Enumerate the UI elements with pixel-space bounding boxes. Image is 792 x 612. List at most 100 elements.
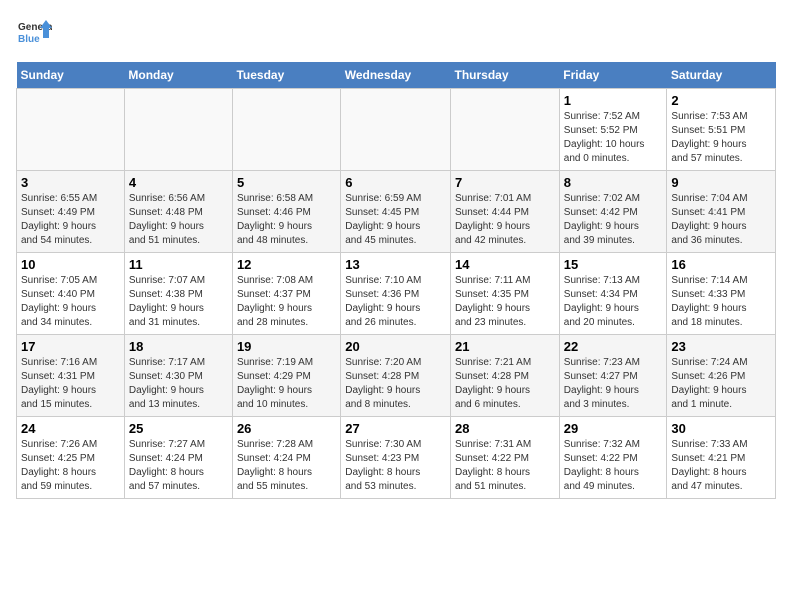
day-info: Sunrise: 7:32 AM Sunset: 4:22 PM Dayligh…	[564, 438, 663, 494]
calendar-week-row: 24Sunrise: 7:26 AM Sunset: 4:25 PM Dayli…	[17, 417, 776, 499]
calendar-cell: 5 Sunrise: 6:58 AM Sunset: 4:46 PM Daylig…	[232, 171, 340, 253]
day-number: 2	[671, 93, 771, 108]
day-info: Sunrise: 7:19 AM Sunset: 4:29 PM Dayligh…	[237, 356, 336, 412]
calendar-cell: 4 Sunrise: 6:56 AM Sunset: 4:48 PM Daylig…	[124, 171, 232, 253]
day-number: 1	[564, 93, 663, 108]
day-number: 25	[129, 421, 228, 436]
day-info: Sunrise: 7:08 AM Sunset: 4:37 PM Dayligh…	[237, 274, 336, 330]
day-info: Sunrise: 7:04 AM Sunset: 4:41 PM Dayligh…	[671, 192, 771, 248]
calendar-week-row: 10 Sunrise: 7:05 AM Sunset: 4:40 PM Dayli…	[17, 253, 776, 335]
calendar-cell: 28 Sunrise: 7:31 AM Sunset: 4:22 PM Dayli…	[451, 417, 560, 499]
day-number: 4	[129, 175, 228, 190]
calendar-cell: 27 Sunrise: 7:30 AM Sunset: 4:23 PM Dayli…	[341, 417, 451, 499]
weekday-header: Saturday	[667, 62, 776, 89]
day-number: 24	[21, 421, 120, 436]
weekday-header: Monday	[124, 62, 232, 89]
weekday-header: Tuesday	[232, 62, 340, 89]
calendar-cell: 9 Sunrise: 7:04 AM Sunset: 4:41 PM Daylig…	[667, 171, 776, 253]
calendar-cell: 18 Sunrise: 7:17 AM Sunset: 4:30 PM Dayli…	[124, 335, 232, 417]
day-number: 10	[21, 257, 120, 272]
calendar-cell: 23 Sunrise: 7:24 AM Sunset: 4:26 PM Dayli…	[667, 335, 776, 417]
calendar-cell: 13Sunrise: 7:10 AM Sunset: 4:36 PM Dayli…	[341, 253, 451, 335]
day-number: 23	[671, 339, 771, 354]
calendar-cell	[124, 89, 232, 171]
logo-svg: General Blue	[16, 16, 52, 52]
day-number: 3	[21, 175, 120, 190]
day-info: Sunrise: 7:33 AM Sunset: 4:21 PM Dayligh…	[671, 438, 771, 494]
day-info: Sunrise: 7:05 AM Sunset: 4:40 PM Dayligh…	[21, 274, 120, 330]
calendar-cell: 29Sunrise: 7:32 AM Sunset: 4:22 PM Dayli…	[559, 417, 667, 499]
calendar-cell: 8 Sunrise: 7:02 AM Sunset: 4:42 PM Daylig…	[559, 171, 667, 253]
day-info: Sunrise: 7:52 AM Sunset: 5:52 PM Dayligh…	[564, 110, 663, 166]
weekday-header: Thursday	[451, 62, 560, 89]
day-info: Sunrise: 7:31 AM Sunset: 4:22 PM Dayligh…	[455, 438, 555, 494]
weekday-header: Wednesday	[341, 62, 451, 89]
day-number: 18	[129, 339, 228, 354]
day-info: Sunrise: 7:23 AM Sunset: 4:27 PM Dayligh…	[564, 356, 663, 412]
calendar-cell: 24Sunrise: 7:26 AM Sunset: 4:25 PM Dayli…	[17, 417, 125, 499]
day-info: Sunrise: 7:28 AM Sunset: 4:24 PM Dayligh…	[237, 438, 336, 494]
calendar-cell: 15 Sunrise: 7:13 AM Sunset: 4:34 PM Dayli…	[559, 253, 667, 335]
calendar-cell	[451, 89, 560, 171]
day-info: Sunrise: 6:58 AM Sunset: 4:46 PM Dayligh…	[237, 192, 336, 248]
day-info: Sunrise: 7:02 AM Sunset: 4:42 PM Dayligh…	[564, 192, 663, 248]
day-info: Sunrise: 6:55 AM Sunset: 4:49 PM Dayligh…	[21, 192, 120, 248]
calendar-cell: 12 Sunrise: 7:08 AM Sunset: 4:37 PM Dayli…	[232, 253, 340, 335]
calendar-week-row: 17Sunrise: 7:16 AM Sunset: 4:31 PM Dayli…	[17, 335, 776, 417]
day-info: Sunrise: 7:16 AM Sunset: 4:31 PM Dayligh…	[21, 356, 120, 412]
day-info: Sunrise: 7:11 AM Sunset: 4:35 PM Dayligh…	[455, 274, 555, 330]
calendar-cell: 14 Sunrise: 7:11 AM Sunset: 4:35 PM Dayli…	[451, 253, 560, 335]
day-number: 11	[129, 257, 228, 272]
svg-text:Blue: Blue	[18, 34, 40, 45]
page-header: General Blue	[16, 16, 776, 52]
day-info: Sunrise: 7:13 AM Sunset: 4:34 PM Dayligh…	[564, 274, 663, 330]
day-number: 12	[237, 257, 336, 272]
day-number: 8	[564, 175, 663, 190]
calendar-cell	[17, 89, 125, 171]
calendar-cell: 3 Sunrise: 6:55 AM Sunset: 4:49 PM Daylig…	[17, 171, 125, 253]
day-number: 14	[455, 257, 555, 272]
day-info: Sunrise: 6:56 AM Sunset: 4:48 PM Dayligh…	[129, 192, 228, 248]
day-number: 9	[671, 175, 771, 190]
day-info: Sunrise: 7:53 AM Sunset: 5:51 PM Dayligh…	[671, 110, 771, 166]
day-number: 19	[237, 339, 336, 354]
calendar-cell: 25 Sunrise: 7:27 AM Sunset: 4:24 PM Dayli…	[124, 417, 232, 499]
day-number: 15	[564, 257, 663, 272]
logo: General Blue	[16, 16, 52, 52]
day-number: 21	[455, 339, 555, 354]
day-info: Sunrise: 7:21 AM Sunset: 4:28 PM Dayligh…	[455, 356, 555, 412]
weekday-header: Friday	[559, 62, 667, 89]
day-info: Sunrise: 7:17 AM Sunset: 4:30 PM Dayligh…	[129, 356, 228, 412]
calendar-cell: 7 Sunrise: 7:01 AM Sunset: 4:44 PM Daylig…	[451, 171, 560, 253]
day-number: 20	[345, 339, 446, 354]
day-number: 5	[237, 175, 336, 190]
day-number: 16	[671, 257, 771, 272]
calendar-cell: 1 Sunrise: 7:52 AM Sunset: 5:52 PM Daylig…	[559, 89, 667, 171]
calendar-cell: 26Sunrise: 7:28 AM Sunset: 4:24 PM Dayli…	[232, 417, 340, 499]
day-info: Sunrise: 7:27 AM Sunset: 4:24 PM Dayligh…	[129, 438, 228, 494]
weekday-header: Sunday	[17, 62, 125, 89]
day-number: 22	[564, 339, 663, 354]
day-info: Sunrise: 7:24 AM Sunset: 4:26 PM Dayligh…	[671, 356, 771, 412]
calendar-cell: 30Sunrise: 7:33 AM Sunset: 4:21 PM Dayli…	[667, 417, 776, 499]
calendar-table: SundayMondayTuesdayWednesdayThursdayFrid…	[16, 62, 776, 499]
calendar-cell: 2 Sunrise: 7:53 AM Sunset: 5:51 PM Daylig…	[667, 89, 776, 171]
day-info: Sunrise: 7:30 AM Sunset: 4:23 PM Dayligh…	[345, 438, 446, 494]
calendar-cell: 19 Sunrise: 7:19 AM Sunset: 4:29 PM Dayli…	[232, 335, 340, 417]
day-number: 27	[345, 421, 446, 436]
calendar-cell: 22 Sunrise: 7:23 AM Sunset: 4:27 PM Dayli…	[559, 335, 667, 417]
calendar-cell: 17Sunrise: 7:16 AM Sunset: 4:31 PM Dayli…	[17, 335, 125, 417]
calendar-cell: 11Sunrise: 7:07 AM Sunset: 4:38 PM Dayli…	[124, 253, 232, 335]
day-number: 13	[345, 257, 446, 272]
calendar-cell: 20 Sunrise: 7:20 AM Sunset: 4:28 PM Dayli…	[341, 335, 451, 417]
calendar-cell: 6Sunrise: 6:59 AM Sunset: 4:45 PM Daylig…	[341, 171, 451, 253]
calendar-week-row: 1 Sunrise: 7:52 AM Sunset: 5:52 PM Daylig…	[17, 89, 776, 171]
calendar-cell: 10 Sunrise: 7:05 AM Sunset: 4:40 PM Dayli…	[17, 253, 125, 335]
calendar-cell	[341, 89, 451, 171]
calendar-week-row: 3 Sunrise: 6:55 AM Sunset: 4:49 PM Daylig…	[17, 171, 776, 253]
calendar-cell	[232, 89, 340, 171]
day-number: 28	[455, 421, 555, 436]
day-info: Sunrise: 7:20 AM Sunset: 4:28 PM Dayligh…	[345, 356, 446, 412]
day-info: Sunrise: 7:01 AM Sunset: 4:44 PM Dayligh…	[455, 192, 555, 248]
day-number: 7	[455, 175, 555, 190]
